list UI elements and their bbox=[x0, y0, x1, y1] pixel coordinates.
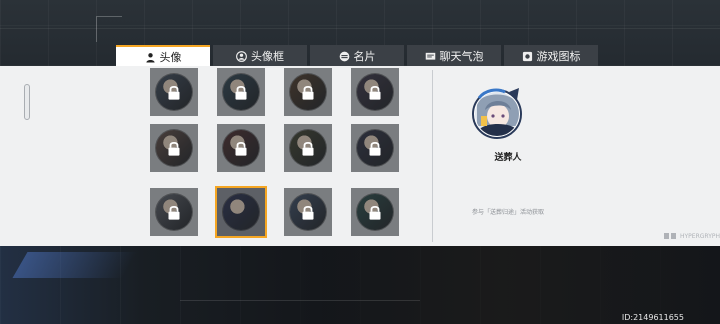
avatar-thumbnail bbox=[223, 194, 259, 230]
lock-icon bbox=[302, 85, 314, 100]
tab-game-icon[interactable]: 游戏图标 bbox=[504, 45, 598, 67]
panel-divider bbox=[432, 70, 433, 242]
lock-icon bbox=[369, 85, 381, 100]
avatar-slot[interactable] bbox=[284, 188, 332, 236]
lock-icon bbox=[235, 85, 247, 100]
avatar-panel: 送葬人 参与「送葬归途」活动获取 HYPERGRYPH bbox=[0, 66, 720, 246]
publisher-logo-icon bbox=[664, 233, 676, 239]
avatar-slot[interactable] bbox=[284, 124, 332, 172]
lock-icon bbox=[369, 205, 381, 220]
tab-avatar[interactable]: 头像 bbox=[116, 45, 210, 67]
lock-icon bbox=[235, 141, 247, 156]
user-icon bbox=[145, 52, 155, 63]
lock-icon bbox=[302, 141, 314, 156]
tab-label: 头像框 bbox=[251, 50, 284, 63]
avatar-slot[interactable] bbox=[150, 68, 198, 116]
tab-avatar-frame[interactable]: 头像框 bbox=[213, 45, 307, 67]
avatar-slot[interactable] bbox=[150, 188, 198, 236]
background-line bbox=[0, 28, 720, 29]
tab-label: 游戏图标 bbox=[536, 50, 581, 63]
avatar-portrait-icon bbox=[472, 88, 522, 139]
user-id: ID:2149611655 bbox=[621, 313, 684, 322]
category-tabs: 头像 头像框 名片 聊天气泡 游戏图标 bbox=[116, 45, 598, 67]
lock-icon bbox=[302, 205, 314, 220]
scroll-handle[interactable] bbox=[24, 84, 30, 120]
lock-icon bbox=[168, 141, 180, 156]
background-glow bbox=[12, 252, 138, 278]
tab-label: 头像 bbox=[159, 51, 182, 64]
avatar-slot[interactable] bbox=[351, 68, 399, 116]
avatar-slot[interactable] bbox=[217, 68, 265, 116]
card-icon bbox=[339, 51, 349, 61]
avatar-slot[interactable] bbox=[150, 124, 198, 172]
background-decoration bbox=[96, 16, 122, 42]
tab-label: 聊天气泡 bbox=[439, 50, 484, 63]
game-icon bbox=[522, 51, 532, 61]
avatar-name: 送葬人 bbox=[494, 153, 522, 163]
background-line bbox=[180, 300, 420, 301]
avatar-slot[interactable] bbox=[351, 188, 399, 236]
user-frame-icon bbox=[236, 50, 247, 62]
avatar-slot[interactable] bbox=[284, 68, 332, 116]
lock-icon bbox=[369, 141, 381, 156]
tab-chat-bubble[interactable]: 聊天气泡 bbox=[407, 45, 501, 67]
avatar-source-text: 参与「送葬归途」活动获取 bbox=[471, 209, 544, 216]
avatar-slot[interactable] bbox=[351, 124, 399, 172]
avatar-slot[interactable] bbox=[215, 186, 267, 238]
chat-bubble-icon bbox=[425, 52, 435, 60]
publisher-logos: HYPERGRYPH bbox=[664, 232, 720, 240]
lock-icon bbox=[168, 205, 180, 220]
avatar-grid bbox=[150, 66, 410, 246]
tab-name-card[interactable]: 名片 bbox=[310, 45, 404, 67]
avatar-slot[interactable] bbox=[217, 124, 265, 172]
publisher-logo-text: HYPERGRYPH bbox=[680, 232, 720, 240]
tab-label: 名片 bbox=[353, 50, 376, 63]
lock-icon bbox=[168, 85, 180, 100]
selected-avatar-preview bbox=[471, 86, 525, 140]
